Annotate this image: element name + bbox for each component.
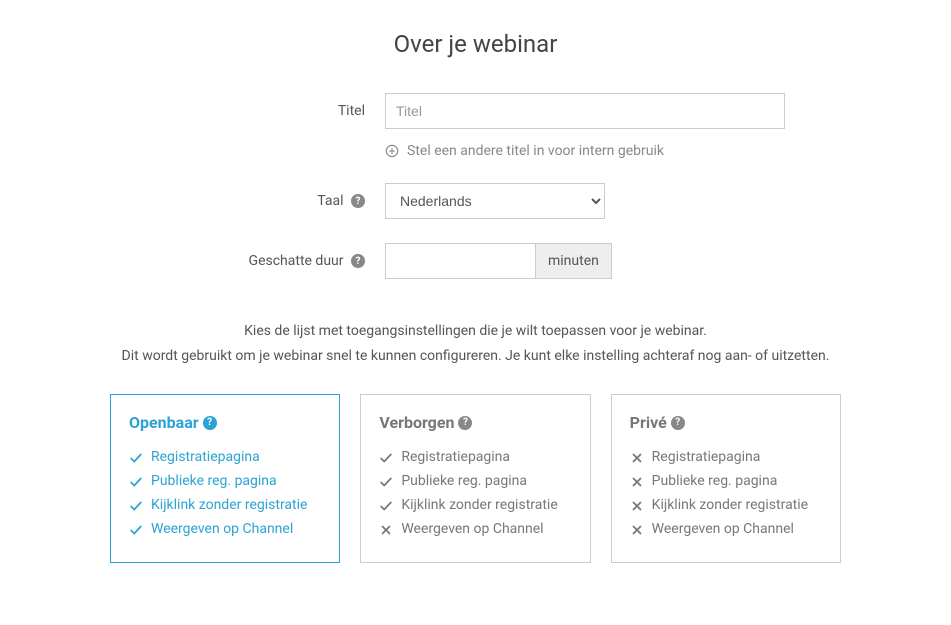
alt-title-link[interactable]: Stel een andere titel in voor intern geb… [385,143,664,159]
title-label: Titel [0,103,385,119]
alt-title-text: Stel een andere titel in voor intern geb… [407,143,664,159]
card-title: Privé ? [630,413,822,432]
card-list-item: Kijklink zonder registratie [630,494,822,518]
x-icon [379,523,393,537]
check-icon [129,475,143,489]
card-list-item-label: Registratiepagina [401,446,510,470]
check-icon [379,475,393,489]
check-icon [129,523,143,537]
card-list-item: Registratiepagina [630,446,822,470]
access-card-openbaar[interactable]: Openbaar ? RegistratiepaginaPublieke reg… [110,394,340,562]
webinar-form: Titel Stel een andere titel in voor inte… [0,93,951,279]
alt-title-row: Stel een andere titel in voor intern geb… [0,143,951,159]
card-list-item: Kijklink zonder registratie [129,494,321,518]
card-list-item: Kijklink zonder registratie [379,494,571,518]
title-row: Titel [0,93,951,129]
check-icon [379,451,393,465]
access-intro: Kies de lijst met toegangsinstellingen d… [0,319,951,369]
access-card-prive[interactable]: Privé ? RegistratiepaginaPublieke reg. p… [611,394,841,562]
card-list-item-label: Registratiepagina [652,446,761,470]
card-list-item: Registratiepagina [129,446,321,470]
check-icon [379,499,393,513]
duration-row: Geschatte duur ? minuten [0,243,951,279]
card-list: RegistratiepaginaPublieke reg. paginaKij… [129,446,321,541]
title-input[interactable] [385,93,785,129]
check-icon [129,499,143,513]
help-icon[interactable]: ? [203,416,217,430]
help-icon[interactable]: ? [458,416,472,430]
help-icon[interactable]: ? [671,416,685,430]
card-list-item: Weergeven op Channel [129,518,321,542]
intro-line-1: Kies de lijst met toegangsinstellingen d… [0,319,951,344]
card-list-item: Publieke reg. pagina [630,470,822,494]
card-list-item-label: Registratiepagina [151,446,260,470]
help-icon[interactable]: ? [351,194,365,208]
card-list: RegistratiepaginaPublieke reg. paginaKij… [379,446,571,541]
access-cards: Openbaar ? RegistratiepaginaPublieke reg… [0,394,951,562]
x-icon [630,523,644,537]
card-list: RegistratiepaginaPublieke reg. paginaKij… [630,446,822,541]
card-list-item: Weergeven op Channel [379,518,571,542]
duration-input[interactable] [385,243,535,279]
card-list-item-label: Weergeven op Channel [401,518,543,542]
card-list-item-label: Publieke reg. pagina [401,470,527,494]
x-icon [630,451,644,465]
card-list-item-label: Kijklink zonder registratie [401,494,557,518]
page-title: Over je webinar [0,30,951,58]
card-list-item-label: Kijklink zonder registratie [151,494,307,518]
card-list-item: Registratiepagina [379,446,571,470]
x-icon [630,499,644,513]
language-row: Taal ? Nederlands [0,183,951,219]
card-list-item-label: Publieke reg. pagina [652,470,778,494]
card-list-item: Weergeven op Channel [630,518,822,542]
duration-suffix: minuten [535,243,612,279]
card-list-item: Publieke reg. pagina [379,470,571,494]
language-select[interactable]: Nederlands [385,183,605,219]
card-list-item-label: Publieke reg. pagina [151,470,277,494]
card-list-item-label: Kijklink zonder registratie [652,494,808,518]
intro-line-2: Dit wordt gebruikt om je webinar snel te… [0,344,951,369]
plus-circle-icon [385,144,399,158]
card-title: Openbaar ? [129,413,321,432]
help-icon[interactable]: ? [351,254,365,268]
x-icon [630,475,644,489]
card-list-item-label: Weergeven op Channel [151,518,293,542]
check-icon [129,451,143,465]
card-list-item: Publieke reg. pagina [129,470,321,494]
card-list-item-label: Weergeven op Channel [652,518,794,542]
language-label: Taal ? [0,193,385,209]
card-title: Verborgen ? [379,413,571,432]
access-card-verborgen[interactable]: Verborgen ? RegistratiepaginaPublieke re… [360,394,590,562]
duration-label: Geschatte duur ? [0,253,385,269]
